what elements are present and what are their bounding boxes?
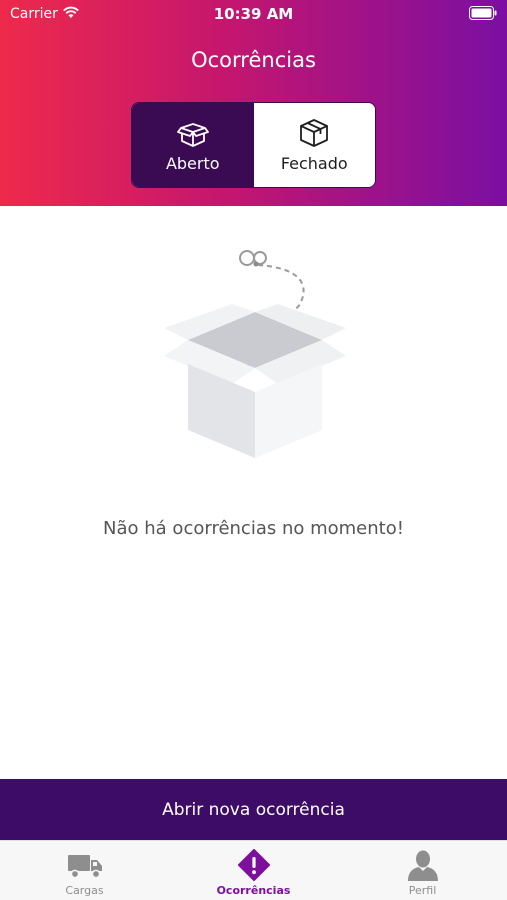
tab-perfil-label: Perfil <box>408 884 437 897</box>
empty-state-message: Não há ocorrências no momento! <box>103 518 404 539</box>
status-segmented-control: Aberto Fechado <box>131 102 376 188</box>
segment-closed[interactable]: Fechado <box>253 103 375 187</box>
tab-perfil[interactable]: Perfil <box>338 841 507 900</box>
tab-ocorrencias-label: Ocorrências <box>216 884 291 897</box>
battery-icon <box>469 6 497 20</box>
open-new-occurrence-button[interactable]: Abrir nova ocorrência <box>0 779 507 840</box>
status-bar: Carrier 10:39 AM <box>0 0 507 28</box>
user-icon <box>407 850 438 881</box>
closed-box-icon <box>300 118 329 147</box>
open-box-icon <box>176 122 209 147</box>
page-title: Ocorrências <box>191 48 316 72</box>
tab-ocorrencias[interactable]: Ocorrências <box>169 841 338 900</box>
header: Carrier 10:39 AM Ocorrências Aberto Fech… <box>0 0 507 206</box>
segment-open[interactable]: Aberto <box>132 103 254 187</box>
tab-bar: Cargas Ocorrências Perfil <box>0 840 507 900</box>
tab-cargas[interactable]: Cargas <box>0 841 169 900</box>
truck-icon <box>67 855 102 879</box>
segment-closed-label: Fechado <box>280 153 348 173</box>
tab-cargas-label: Cargas <box>65 884 104 897</box>
empty-box-illustration <box>164 250 346 458</box>
status-time: 10:39 AM <box>213 5 294 23</box>
alert-diamond-icon <box>237 849 270 881</box>
segment-open-label: Aberto <box>165 153 220 173</box>
open-new-occurrence-label: Abrir nova ocorrência <box>162 799 345 820</box>
